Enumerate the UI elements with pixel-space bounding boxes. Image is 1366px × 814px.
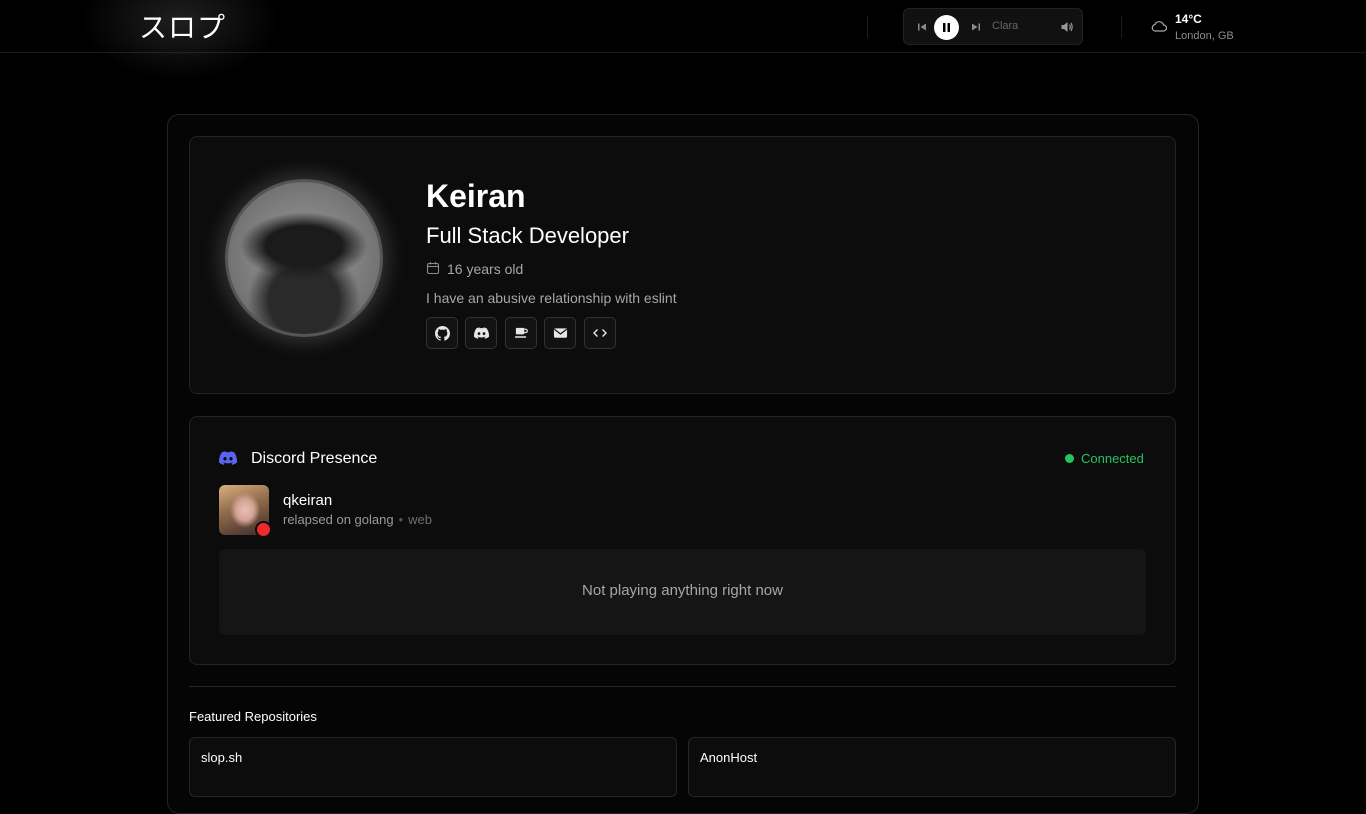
site-logo[interactable]: スロプ [139, 6, 226, 46]
activity-platform: web [408, 512, 433, 527]
profile-bio: I have an abusive relationship with esli… [426, 290, 677, 306]
volume-button[interactable] [1060, 20, 1074, 39]
presence-dot [255, 521, 272, 538]
code-link[interactable] [584, 317, 616, 349]
separator: • [398, 512, 404, 527]
weather-location: London, GB [1175, 30, 1234, 42]
avatar-image [225, 179, 383, 337]
repository-card[interactable]: AnonHost [688, 737, 1176, 797]
status-dot [1065, 454, 1074, 463]
track-title: Clara [992, 20, 1019, 32]
previous-track-button[interactable] [916, 20, 928, 38]
divider [867, 16, 868, 38]
github-icon [434, 325, 450, 341]
repository-card[interactable]: slop.sh [189, 737, 677, 797]
volume-icon [1061, 22, 1073, 32]
pause-icon [943, 23, 950, 32]
discord-username: qkeiran [283, 492, 333, 509]
pause-button[interactable] [934, 15, 959, 40]
email-link[interactable] [544, 317, 576, 349]
discord-icon [473, 327, 489, 339]
weather-temperature: 14°C [1175, 12, 1202, 26]
next-track-button[interactable] [970, 20, 982, 38]
skip-back-icon [918, 23, 926, 31]
now-playing-empty: Not playing anything right now [582, 582, 783, 599]
coffee-link[interactable] [505, 317, 537, 349]
featured-repositories-heading: Featured Repositories [189, 709, 317, 724]
cloud-icon [1151, 19, 1168, 37]
code-icon [593, 329, 607, 337]
profile-avatar [225, 179, 383, 337]
skip-forward-icon [972, 23, 980, 31]
mail-icon [553, 328, 567, 338]
music-player: Clara [903, 8, 1083, 45]
profile-role: Full Stack Developer [426, 223, 629, 248]
repository-name: slop.sh [201, 750, 243, 765]
repository-name: AnonHost [700, 750, 758, 765]
section-divider [189, 686, 1176, 687]
profile-age: 16 years old [447, 261, 524, 277]
coffee-icon [514, 327, 528, 338]
discord-activity: relapsed on golang • web [283, 512, 432, 527]
profile-name: Keiran [426, 178, 526, 214]
activity-text: relapsed on golang [283, 512, 394, 527]
discord-icon [219, 451, 238, 470]
github-link[interactable] [426, 317, 458, 349]
discord-link[interactable] [465, 317, 497, 349]
connection-status-label: Connected [1081, 451, 1144, 466]
now-playing-box: Not playing anything right now [219, 549, 1146, 635]
divider [1121, 16, 1122, 38]
calendar-icon [426, 261, 440, 280]
discord-presence-title: Discord Presence [251, 450, 378, 467]
